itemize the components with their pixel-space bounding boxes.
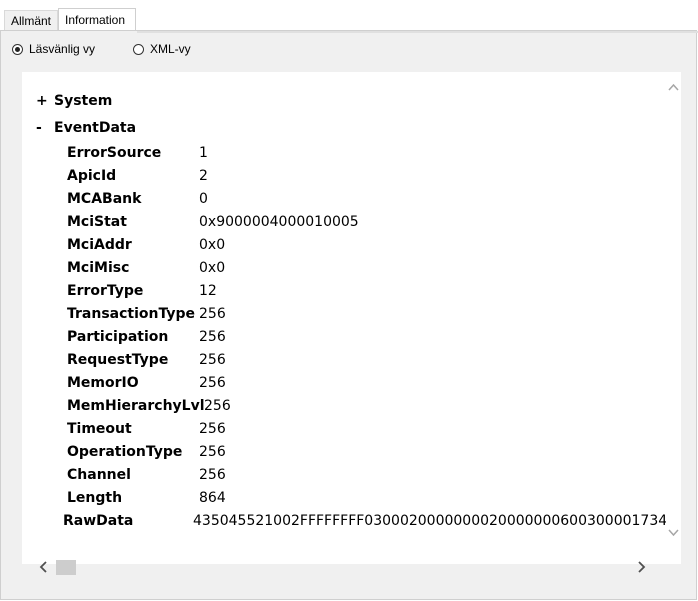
tab-details[interactable]: Information <box>58 8 136 30</box>
expand-icon[interactable]: + <box>36 93 54 109</box>
eventdata-label: EventData <box>54 120 137 136</box>
field-key: MciAddr <box>67 237 132 253</box>
collapse-icon[interactable]: - <box>36 120 54 136</box>
radio-unselected-icon <box>133 43 144 55</box>
field-value: 0x0 <box>199 237 226 253</box>
field-value: 0 <box>199 191 208 207</box>
chevron-up-icon[interactable] <box>666 82 681 98</box>
friendly-view-label: Läsvänlig vy <box>29 42 96 56</box>
field-value: 2 <box>199 168 208 184</box>
field-value: 1 <box>199 145 208 161</box>
event-data-view: + System - EventData ErrorSource 1 ApicId 2 … <box>22 72 681 564</box>
horizontal-scroll-thumb[interactable] <box>56 560 76 575</box>
field-value: 256 <box>199 375 226 391</box>
rawdata-value: 435045521002FFFFFFFF03000200000000200000… <box>193 513 666 529</box>
field-value: 0x9000004000010005 <box>199 214 359 230</box>
field-value: 256 <box>199 421 226 437</box>
field-key: ApicId <box>67 168 117 184</box>
field-value: 256 <box>199 329 226 345</box>
chevron-right-icon[interactable] <box>634 560 648 576</box>
field-key: RequestType <box>67 352 169 368</box>
rawdata-key: RawData <box>63 513 134 529</box>
field-value: 0x0 <box>199 260 226 276</box>
field-key: TransactionType <box>67 306 196 322</box>
vertical-scrollbar[interactable] <box>666 72 681 552</box>
event-data-content: + System - EventData ErrorSource 1 ApicId 2 … <box>22 72 666 552</box>
xml-view-radio[interactable]: XML-vy <box>133 42 191 56</box>
tab-general[interactable]: Allmänt <box>4 10 58 30</box>
field-key: ErrorType <box>67 283 144 299</box>
field-key: OperationType <box>67 444 183 460</box>
chevron-left-icon[interactable] <box>36 560 50 576</box>
horizontal-scrollbar[interactable] <box>22 560 681 580</box>
chevron-down-icon[interactable] <box>666 528 681 544</box>
field-value: 256 <box>199 467 226 483</box>
field-key: MemorIO <box>67 375 139 391</box>
tab-bar: Allmänt Information <box>0 0 698 32</box>
field-key: Participation <box>67 329 169 345</box>
tab-strip-line <box>137 31 698 33</box>
field-key: Length <box>67 490 123 506</box>
field-value: 12 <box>199 283 217 299</box>
field-value: 256 <box>199 444 226 460</box>
radio-selected-icon <box>12 43 23 55</box>
field-value: 256 <box>199 306 226 322</box>
field-key: MCABank <box>67 191 142 207</box>
field-value: 256 <box>204 398 231 414</box>
system-label: System <box>54 93 113 109</box>
field-key: ErrorSource <box>67 145 162 161</box>
field-key: Timeout <box>67 421 132 437</box>
tree-node-eventdata[interactable]: - EventData <box>36 120 136 136</box>
field-key: MciMisc <box>67 260 130 276</box>
field-value: 864 <box>199 490 226 506</box>
field-key: Channel <box>67 467 131 483</box>
field-value: 256 <box>199 352 226 368</box>
field-key: MemHierarchyLvl <box>67 398 205 414</box>
friendly-view-radio[interactable]: Läsvänlig vy <box>12 42 95 56</box>
tree-node-system[interactable]: + System <box>36 93 112 109</box>
field-key: MciStat <box>67 214 127 230</box>
xml-view-label: XML-vy <box>150 42 191 56</box>
